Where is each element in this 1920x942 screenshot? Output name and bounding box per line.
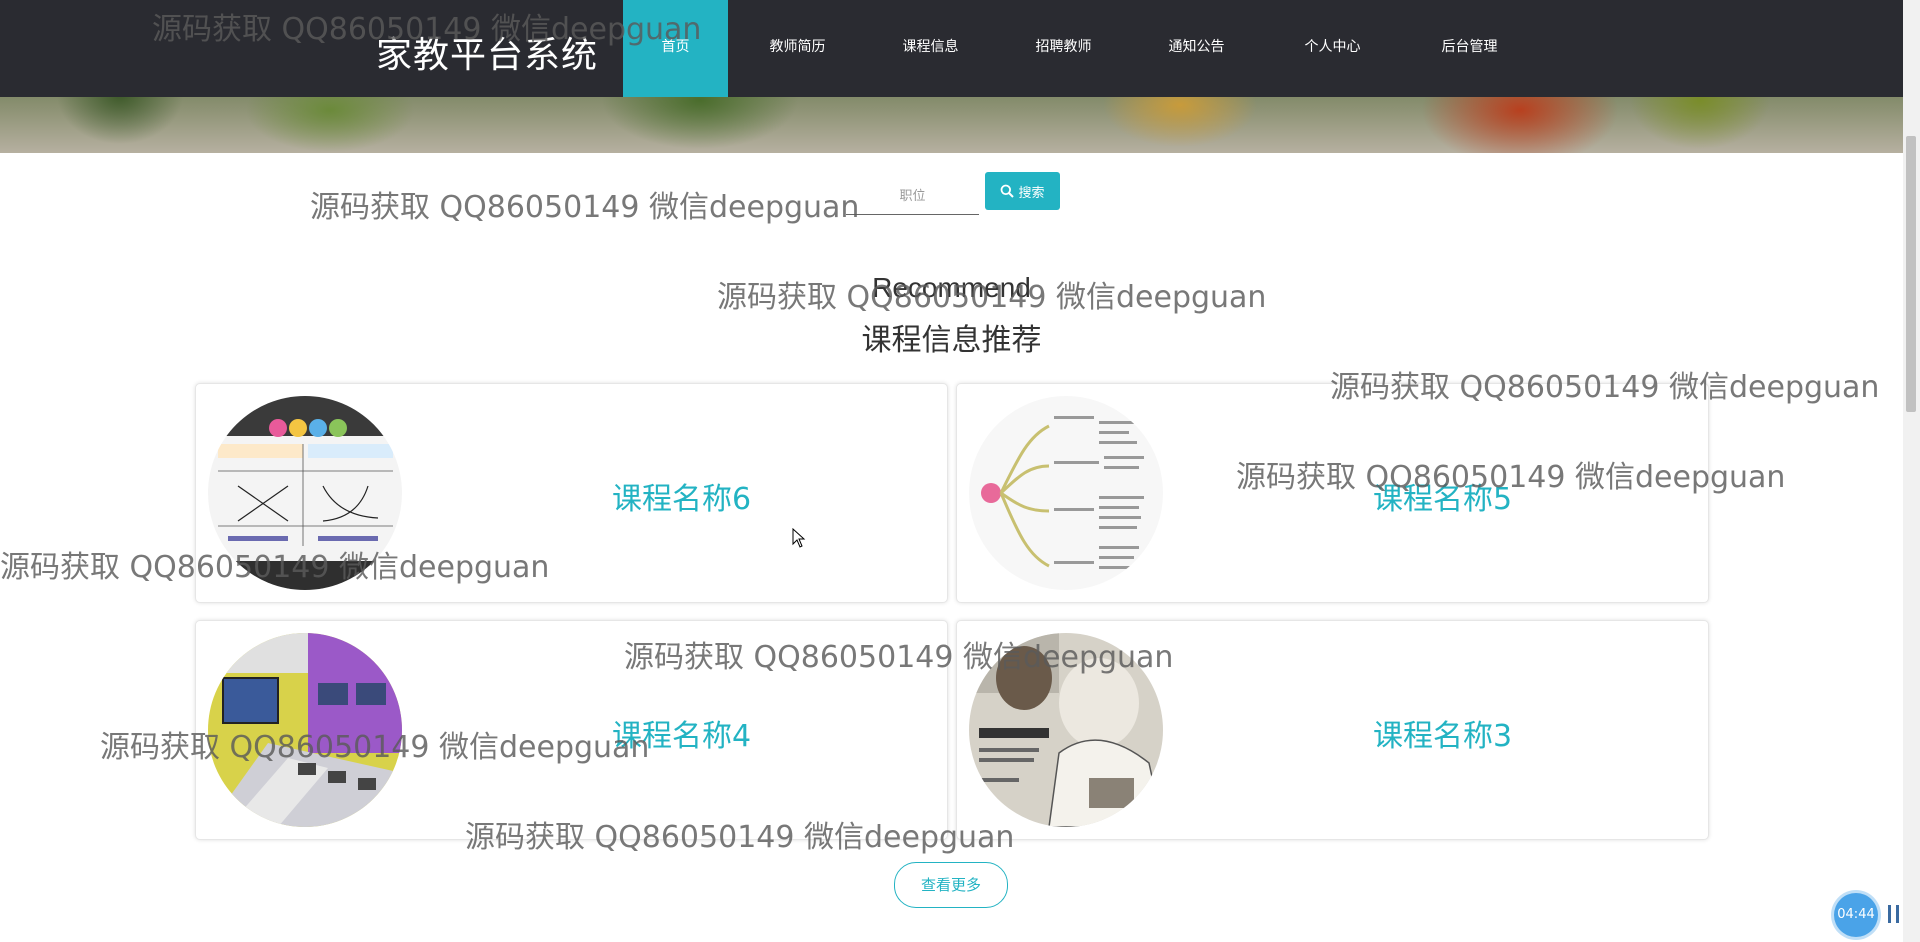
recording-timer[interactable]: 04:44 xyxy=(1834,893,1878,937)
course-card[interactable]: 课程名称4 xyxy=(195,620,948,840)
nav-teacher-resume[interactable]: 教师简历 xyxy=(745,0,850,97)
mouse-cursor-icon xyxy=(792,527,806,552)
nav-recruit-teachers[interactable]: 招聘教师 xyxy=(1011,0,1116,97)
view-more-button[interactable]: 查看更多 xyxy=(894,862,1008,908)
course-title[interactable]: 课程名称3 xyxy=(1177,711,1708,755)
search-icon xyxy=(1001,184,1015,198)
search-button-label: 搜索 xyxy=(1018,184,1045,200)
course-card[interactable]: 课程名称6 xyxy=(195,383,948,603)
watermark: 源码获取 QQ86050149 微信deepguan xyxy=(310,190,860,225)
course-title[interactable]: 课程名称5 xyxy=(1177,474,1708,518)
course-card[interactable]: 课程名称5 xyxy=(956,383,1709,603)
section-title-en: Recommend xyxy=(872,272,1031,303)
course-image[interactable] xyxy=(969,633,1163,827)
site-brand[interactable]: 家教平台系统 xyxy=(376,26,598,78)
course-card[interactable]: 课程名称3 xyxy=(956,620,1709,840)
nav-course-info[interactable]: 课程信息 xyxy=(878,0,983,97)
course-image[interactable] xyxy=(208,633,402,827)
course-image[interactable] xyxy=(208,396,402,590)
nav-personal-center[interactable]: 个人中心 xyxy=(1280,0,1385,97)
course-image[interactable] xyxy=(969,396,1163,590)
course-title[interactable]: 课程名称4 xyxy=(416,711,947,755)
position-search-input[interactable] xyxy=(846,178,979,215)
section-title-cn: 课程信息推荐 xyxy=(861,323,1042,358)
scrollbar-thumb[interactable] xyxy=(1906,136,1916,412)
top-navbar: 家教平台系统 首页 教师简历 课程信息 招聘教师 通知公告 个人中心 后台管理 xyxy=(0,0,1903,97)
nav-admin[interactable]: 后台管理 xyxy=(1417,0,1522,97)
pause-icon[interactable] xyxy=(1888,905,1902,923)
search-button[interactable]: 搜索 xyxy=(985,172,1060,210)
nav-notices[interactable]: 通知公告 xyxy=(1144,0,1249,97)
course-title[interactable]: 课程名称6 xyxy=(416,474,947,518)
nav-home[interactable]: 首页 xyxy=(623,0,728,97)
